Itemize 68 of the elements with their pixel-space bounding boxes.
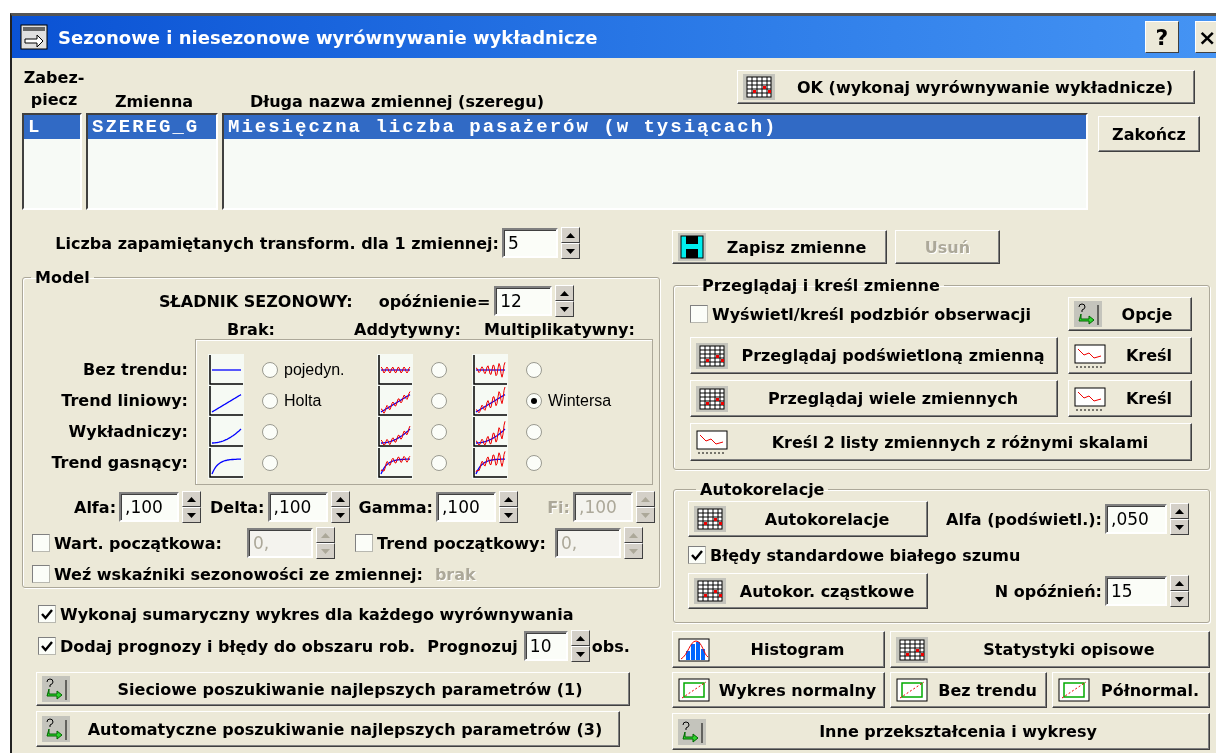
browse-button[interactable]: Kreśl [1068,380,1192,417]
plot-button[interactable]: Bez trendu [890,672,1047,708]
plot-button[interactable]: Wykres normalny [672,672,885,708]
field-label: opóźnienie= [378,291,491,311]
number-field[interactable]: ,100 [119,492,180,522]
ok-button[interactable]: OK (wykonaj wyrównywanie wykładnicze) [737,70,1195,104]
column-header: Długa nazwa zmiennej (szeregu) [249,92,545,113]
column-header: Zabez-piecz [22,67,86,111]
plot-button[interactable]: Histogram [672,631,885,668]
field-label: Prognozuj [427,636,518,656]
browse-button[interactable]: Opcje [1068,297,1192,331]
plot-button[interactable]: Statystyki opisowe [890,631,1210,668]
checkbox-label: Dodaj prognozy i błędy do obszaru rob. [60,636,416,656]
plot-button[interactable]: Inne przekształcenia i wykresy [672,713,1210,750]
column-header: Zmienna [113,92,195,113]
checkbox-label: Wykonaj sumaryczny wykres dla każdego wyrównywania [60,604,574,624]
column-header: Addytywny: [354,320,462,339]
browse-button[interactable]: Przeglądaj podświetloną zmienną [690,337,1058,374]
number-field[interactable]: ,100 [435,492,496,522]
browse-button[interactable]: Kreśl [1068,337,1192,374]
checkbox-label: Wyświetl/kreśl podzbiór obserwacji [712,304,1031,324]
list-cell[interactable]: SZEREG_G [88,115,216,139]
column-header: Multiplikatywny: [484,320,636,339]
field-label: Alfa (podświetl.): [946,509,1102,529]
group-title: Model [34,268,91,287]
checkbox-label: Wart. początkowa: [54,533,222,553]
save-button[interactable]: Zapisz zmienne [672,230,887,264]
list-cell[interactable]: L [24,115,80,139]
row-label: Bez trendu: [82,359,188,381]
field-label: N opóźnień: [994,581,1102,601]
unit-label: obs. [591,636,630,656]
browse-button[interactable]: Przeglądaj wiele zmiennych [690,380,1058,417]
autocorrelation-button[interactable]: Autokor. cząstkowe [688,573,928,609]
field-label: Liczba zapamiętanych transform. dla 1 zmiennej: [55,233,499,253]
field-label: Delta: [210,497,265,517]
row-label: Trend liniowy: [60,390,188,412]
close-button[interactable]: × [1195,21,1216,53]
list-cell[interactable]: Miesięczna liczba pasażerów (w tysiącach) [224,115,1086,139]
number-field[interactable]: 15 [1105,576,1167,606]
autocorrelation-button[interactable]: Autokorelacje [688,501,928,537]
row-label: Wykładniczy: [67,421,188,443]
field-label: Gamma: [358,497,433,517]
variable-name: brak [434,564,476,584]
group-title: Autokorelacje [699,480,826,499]
field-label: Alfa: [74,497,117,517]
radio-label: pojedyn. [284,361,345,379]
section-label: SŁADNIK SEZONOWY: [159,291,353,311]
number-field[interactable]: ,100 [267,492,328,522]
field-label: Fi: [547,497,570,517]
column-header: Brak: [227,320,276,339]
search-button[interactable]: Automatyczne poszukiwanie najlepszych parametrów (3) [36,711,620,747]
checkbox-label: Trend początkowy: [377,533,546,553]
row-label: Trend gasnący: [50,452,188,474]
help-button[interactable]: ? [1145,21,1179,53]
browse-button[interactable]: Kreśl 2 listy zmiennych z różnymi skalami [690,423,1192,461]
number-field[interactable]: 12 [494,286,553,316]
plot-button[interactable]: Półnormal. [1052,672,1210,708]
checkbox-label: Błędy standardowe białego szumu [710,545,1021,565]
radio-label: Wintersa [548,392,612,410]
number-field[interactable]: 5 [502,228,558,258]
radio-label: Holta [284,392,322,410]
checkbox-label: Weź wskaźniki sezonowości ze zmiennej: [54,564,423,584]
finish-button[interactable]: Zakończ [1098,116,1200,152]
search-button[interactable]: Sieciowe poszukiwanie najlepszych parametrów (1) [36,672,630,706]
number-field[interactable]: 10 [523,631,568,661]
window-title: Sezonowe i niesezonowe wyrównywanie wykładnicze [58,26,599,48]
group-title: Przeglądaj i kreśl zmienne [701,276,941,295]
number-field[interactable]: ,050 [1105,504,1167,534]
